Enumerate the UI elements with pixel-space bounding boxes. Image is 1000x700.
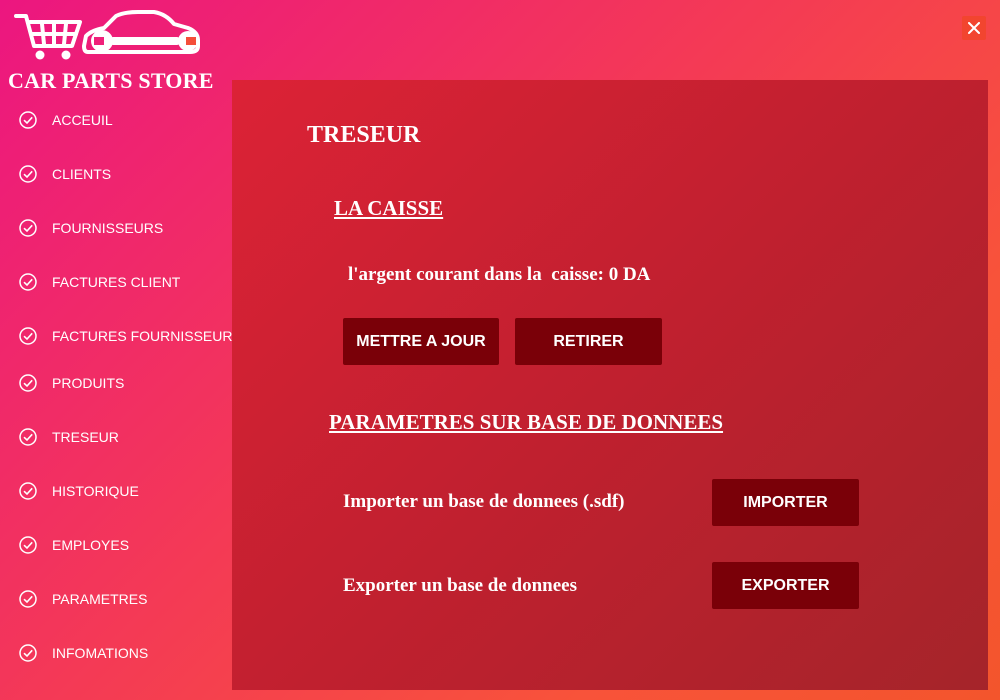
import-database-text: Importer un base de donnees (.sdf) [343,491,625,512]
export-database-text: Exporter un base de donnees [343,575,578,596]
import-button[interactable]: IMPORTER [712,479,859,526]
export-button[interactable]: EXPORTER [712,562,859,609]
check-circle-icon [19,273,37,291]
sidebar-item-historique[interactable]: HISTORIQUE [18,480,139,502]
check-circle-icon [19,327,37,345]
sidebar-item-label: INFOMATIONS [52,645,149,661]
check-circle-icon [19,111,37,129]
check-circle-icon [19,482,37,500]
sidebar-item-label: PARAMETRES [52,591,148,607]
sidebar-item-label: FACTURES CLIENT [52,274,181,290]
close-button[interactable] [962,16,986,40]
update-button[interactable]: METTRE A JOUR [343,318,499,365]
sidebar-item-label: FOURNISSEURS [52,220,164,236]
database-section-title: PARAMETRES SUR BASE DE DONNEES [329,410,724,434]
close-icon [968,22,980,34]
sidebar-item-factures-client[interactable]: FACTURES CLIENT [18,271,180,293]
sidebar-item-label: PRODUITS [52,375,125,391]
check-circle-icon [19,590,37,608]
sidebar-item-acceuil[interactable]: ACCEUIL [18,109,113,131]
cart-car-logo-icon [14,10,200,60]
page-title: TRESEUR [307,122,421,148]
app-title: CAR PARTS STORE [8,68,214,93]
sidebar-item-label: EMPLOYES [52,537,130,553]
sidebar-item-infomations[interactable]: INFOMATIONS [18,642,148,664]
sidebar-item-clients[interactable]: CLIENTS [18,163,111,185]
sidebar-item-label: TRESEUR [52,429,119,445]
treseur-panel: TRESEUR LA CAISSE l'argent courant dans … [232,80,988,690]
sidebar-item-factures-fournisseur[interactable]: FACTURES FOURNISSEUR [18,325,232,347]
sidebar-item-fournisseurs[interactable]: FOURNISSEURS [18,217,163,239]
check-circle-icon [19,219,37,237]
sidebar-item-label: CLIENTS [52,166,112,182]
sidebar-item-produits[interactable]: PRODUITS [18,372,124,394]
check-circle-icon [19,428,37,446]
check-circle-icon [19,536,37,554]
sidebar-item-treseur[interactable]: TRESEUR [18,426,119,448]
check-circle-icon [19,644,37,662]
sidebar-item-label: ACCEUIL [52,112,113,128]
sidebar-item-employes[interactable]: EMPLOYES [18,534,129,556]
caisse-balance-text: l'argent courant dans la caisse: 0 DA [348,264,651,285]
withdraw-button[interactable]: RETIRER [515,318,662,365]
check-circle-icon [19,165,37,183]
check-circle-icon [19,374,37,392]
sidebar-item-label: HISTORIQUE [52,483,139,499]
caisse-section-title: LA CAISSE [334,196,444,220]
sidebar-item-parametres[interactable]: PARAMETRES [18,588,147,610]
sidebar-item-label: FACTURES FOURNISSEUR [52,328,233,344]
